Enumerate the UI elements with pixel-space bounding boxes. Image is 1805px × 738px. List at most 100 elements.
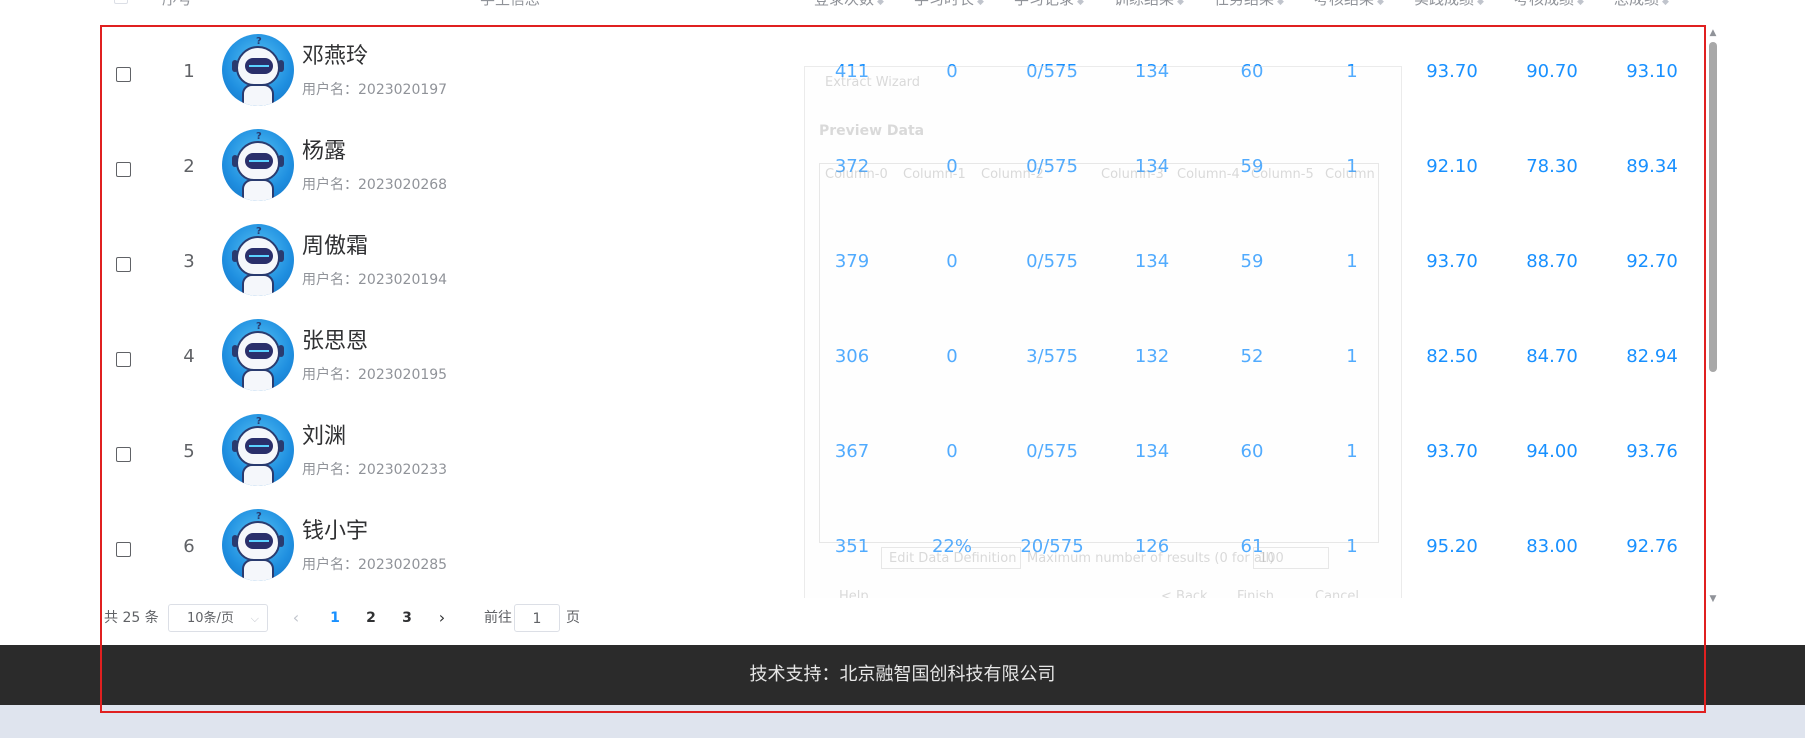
student-username: 用户名：2023020285 bbox=[302, 557, 448, 573]
login-count[interactable]: 367 bbox=[824, 441, 880, 462]
study-time[interactable]: 22% bbox=[924, 536, 980, 557]
student-name: 张思恩 bbox=[302, 329, 369, 354]
table-body: 1 ? 邓燕玲 用户名：2023020197 411 0 0/575 134 6… bbox=[104, 26, 1704, 598]
task-result[interactable]: 60 bbox=[1224, 61, 1280, 82]
header-student-info: 学生信息 bbox=[480, 0, 540, 9]
login-count[interactable]: 306 bbox=[824, 346, 880, 367]
student-name: 邓燕玲 bbox=[302, 44, 369, 69]
exam-score[interactable]: 90.70 bbox=[1514, 61, 1590, 82]
practice-score[interactable]: 82.50 bbox=[1414, 346, 1490, 367]
study-time[interactable]: 0 bbox=[924, 346, 980, 367]
row-checkbox[interactable] bbox=[116, 352, 131, 367]
row-checkbox[interactable] bbox=[116, 542, 131, 557]
chevron-down-icon: ⌵ bbox=[250, 612, 259, 625]
total-score[interactable]: 89.34 bbox=[1614, 156, 1690, 177]
assessment-result[interactable]: 1 bbox=[1324, 441, 1380, 462]
row-checkbox[interactable] bbox=[116, 67, 131, 82]
exam-score[interactable]: 88.70 bbox=[1514, 251, 1590, 272]
row-checkbox[interactable] bbox=[116, 162, 131, 177]
header-assessment[interactable]: 考核结果◆ bbox=[1314, 0, 1384, 9]
scroll-up-arrow-icon[interactable]: ▲ bbox=[1708, 28, 1718, 38]
study-time[interactable]: 0 bbox=[924, 156, 980, 177]
header-study-record[interactable]: 学习记录◆ bbox=[1014, 0, 1084, 9]
header-practice-score[interactable]: 实践成绩◆ bbox=[1414, 0, 1484, 9]
login-count[interactable]: 351 bbox=[824, 536, 880, 557]
study-record[interactable]: 0/575 bbox=[1004, 61, 1100, 82]
total-score[interactable]: 93.10 bbox=[1614, 61, 1690, 82]
assessment-result[interactable]: 1 bbox=[1324, 61, 1380, 82]
task-result[interactable]: 52 bbox=[1224, 346, 1280, 367]
prev-page-icon[interactable]: ‹ bbox=[284, 604, 308, 632]
header-exam-score[interactable]: 考核成绩◆ bbox=[1514, 0, 1584, 9]
student-username: 用户名：2023020268 bbox=[302, 177, 448, 193]
total-score[interactable]: 82.94 bbox=[1614, 346, 1690, 367]
vertical-scrollbar[interactable]: ▲ ▼ bbox=[1708, 26, 1718, 604]
login-count[interactable]: 379 bbox=[824, 251, 880, 272]
scrollbar-thumb[interactable] bbox=[1709, 42, 1717, 372]
training-result[interactable]: 126 bbox=[1124, 536, 1180, 557]
login-count[interactable]: 372 bbox=[824, 156, 880, 177]
exam-score[interactable]: 94.00 bbox=[1514, 441, 1590, 462]
practice-score[interactable]: 95.20 bbox=[1414, 536, 1490, 557]
exam-score[interactable]: 84.70 bbox=[1514, 346, 1590, 367]
training-result[interactable]: 134 bbox=[1124, 441, 1180, 462]
login-count[interactable]: 411 bbox=[824, 61, 880, 82]
robot-avatar-icon: ? bbox=[222, 129, 294, 201]
student-name: 钱小宇 bbox=[302, 519, 369, 544]
page-number-3[interactable]: 3 bbox=[392, 604, 422, 632]
practice-score[interactable]: 93.70 bbox=[1414, 251, 1490, 272]
header-index: 序号 bbox=[162, 0, 192, 9]
header-study-time[interactable]: 学习时长◆ bbox=[914, 0, 984, 9]
study-time[interactable]: 0 bbox=[924, 441, 980, 462]
student-username: 用户名：2023020233 bbox=[302, 462, 448, 478]
table-row: 3 ? 周傲霜 用户名：2023020194 379 0 0/575 134 5… bbox=[104, 216, 1704, 314]
study-record[interactable]: 3/575 bbox=[1004, 346, 1100, 367]
header-task[interactable]: 任务结果◆ bbox=[1214, 0, 1284, 9]
total-score[interactable]: 92.76 bbox=[1614, 536, 1690, 557]
study-record[interactable]: 0/575 bbox=[1004, 441, 1100, 462]
header-training[interactable]: 训练结果◆ bbox=[1114, 0, 1184, 9]
total-score[interactable]: 92.70 bbox=[1614, 251, 1690, 272]
page-size-value: 10条/页 bbox=[187, 611, 234, 626]
scroll-down-arrow-icon[interactable]: ▼ bbox=[1708, 594, 1718, 604]
practice-score[interactable]: 93.70 bbox=[1414, 61, 1490, 82]
task-result[interactable]: 60 bbox=[1224, 441, 1280, 462]
page-size-select[interactable]: 10条/页 ⌵ bbox=[168, 604, 268, 632]
header-total-score[interactable]: 总成绩◆ bbox=[1614, 0, 1669, 9]
exam-score[interactable]: 78.30 bbox=[1514, 156, 1590, 177]
task-result[interactable]: 61 bbox=[1224, 536, 1280, 557]
exam-score[interactable]: 83.00 bbox=[1514, 536, 1590, 557]
assessment-result[interactable]: 1 bbox=[1324, 536, 1380, 557]
header-logins[interactable]: 登录次数◆ bbox=[814, 0, 884, 9]
row-checkbox[interactable] bbox=[116, 257, 131, 272]
goto-page-input[interactable]: 1 bbox=[514, 604, 560, 632]
total-score[interactable]: 93.76 bbox=[1614, 441, 1690, 462]
assessment-result[interactable]: 1 bbox=[1324, 251, 1380, 272]
page-number-1[interactable]: 1 bbox=[320, 604, 350, 632]
study-record[interactable]: 0/575 bbox=[1004, 156, 1100, 177]
footer-text: 技术支持：北京融智国创科技有限公司 bbox=[749, 664, 1056, 685]
student-name: 杨露 bbox=[302, 139, 347, 164]
row-checkbox[interactable] bbox=[116, 447, 131, 462]
practice-score[interactable]: 92.10 bbox=[1414, 156, 1490, 177]
next-page-icon[interactable]: › bbox=[430, 604, 454, 632]
training-result[interactable]: 134 bbox=[1124, 156, 1180, 177]
assessment-result[interactable]: 1 bbox=[1324, 346, 1380, 367]
task-result[interactable]: 59 bbox=[1224, 251, 1280, 272]
page-number-2[interactable]: 2 bbox=[356, 604, 386, 632]
table-row: 5 ? 刘渊 用户名：2023020233 367 0 0/575 134 60… bbox=[104, 406, 1704, 504]
total-count: 共 25 条 bbox=[104, 610, 159, 626]
student-name: 刘渊 bbox=[302, 424, 347, 449]
robot-avatar-icon: ? bbox=[222, 414, 294, 486]
training-result[interactable]: 134 bbox=[1124, 251, 1180, 272]
study-record[interactable]: 0/575 bbox=[1004, 251, 1100, 272]
assessment-result[interactable]: 1 bbox=[1324, 156, 1380, 177]
training-result[interactable]: 132 bbox=[1124, 346, 1180, 367]
study-time[interactable]: 0 bbox=[924, 251, 980, 272]
study-record[interactable]: 20/575 bbox=[1004, 536, 1100, 557]
practice-score[interactable]: 93.70 bbox=[1414, 441, 1490, 462]
study-time[interactable]: 0 bbox=[924, 61, 980, 82]
select-all-checkbox[interactable] bbox=[114, 0, 128, 4]
task-result[interactable]: 59 bbox=[1224, 156, 1280, 177]
training-result[interactable]: 134 bbox=[1124, 61, 1180, 82]
